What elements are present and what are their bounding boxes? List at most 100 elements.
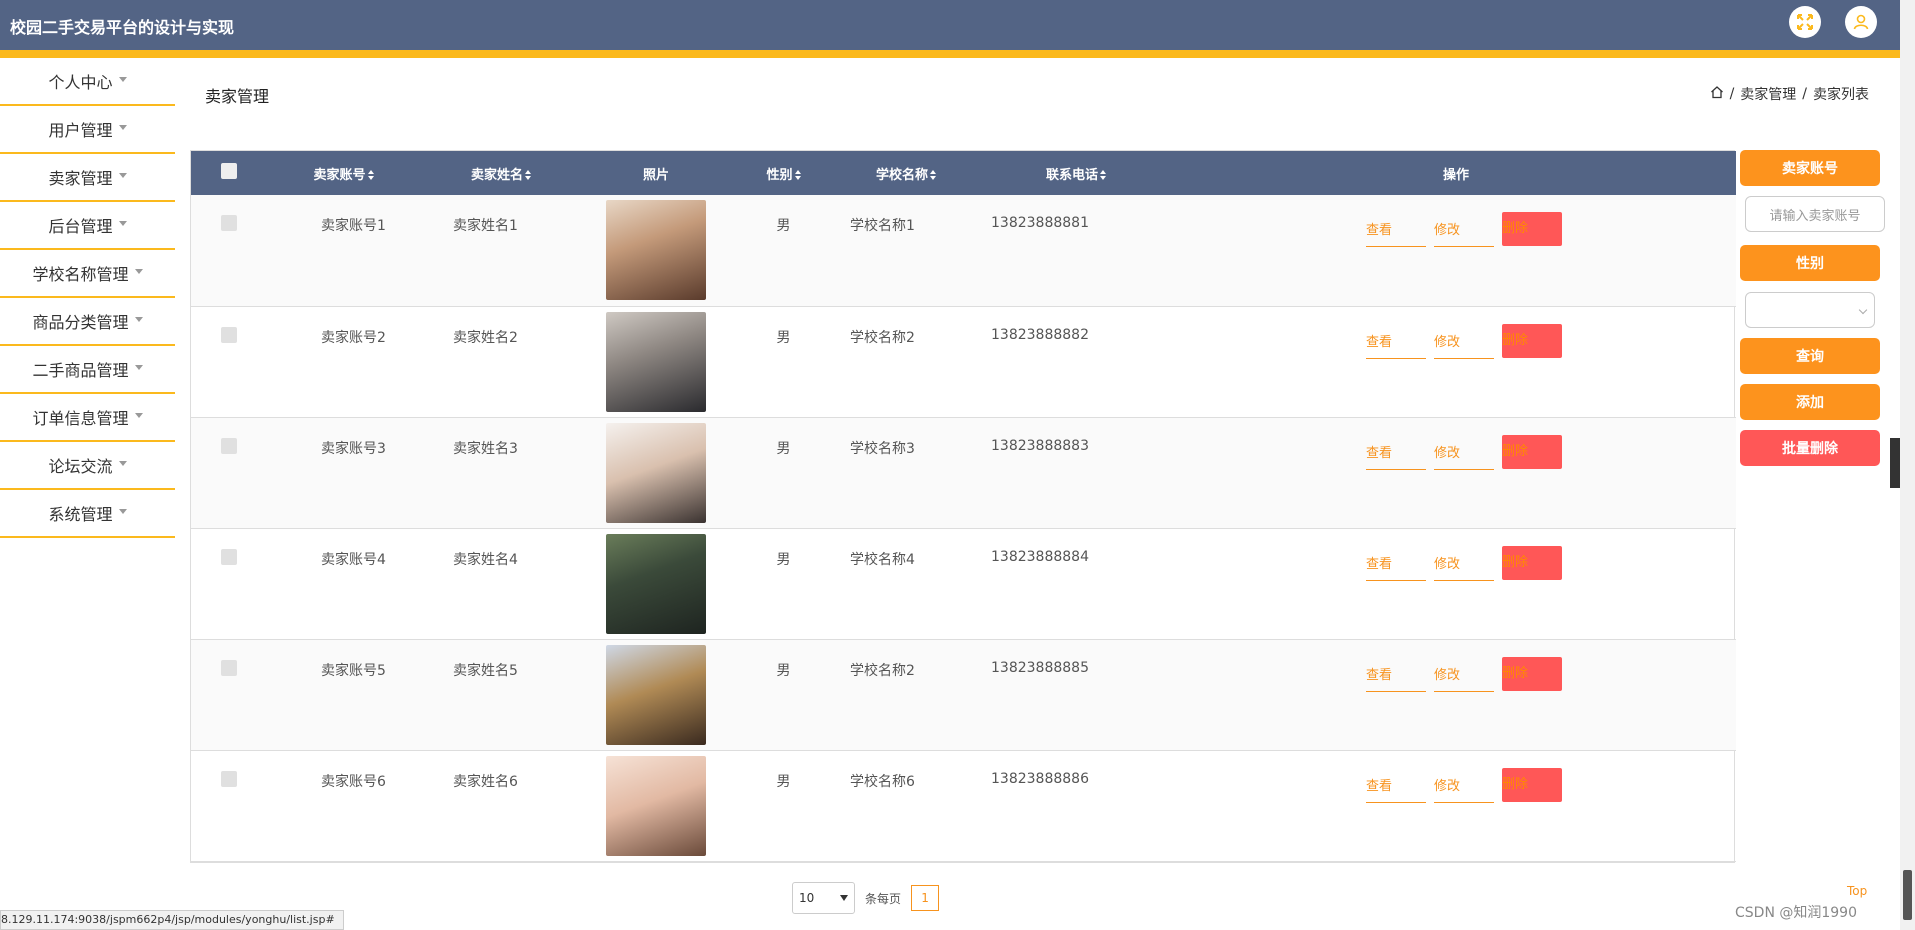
delete-button[interactable]: 删除 [1502,545,1562,580]
sidebar-item-backend[interactable]: 后台管理 [0,202,175,250]
back-to-top-link[interactable]: Top [1847,884,1867,898]
scrollbar-thumb[interactable] [1903,870,1912,920]
sidebar-item-sellers[interactable]: 卖家管理 [0,154,175,202]
edit-button[interactable]: 修改 [1434,438,1494,470]
query-button[interactable]: 查询 [1740,338,1880,374]
sidebar-item-categories[interactable]: 商品分类管理 [0,298,175,346]
gender-select[interactable] [1745,292,1875,328]
pagination: 10 条每页 1 [792,882,940,914]
per-page-label: 条每页 [865,891,902,906]
vertical-scrollbar[interactable] [1900,0,1915,930]
chevron-down-icon [118,172,127,178]
delete-button[interactable]: 删除 [1502,767,1562,802]
delete-button[interactable]: 删除 [1502,212,1562,246]
row-checkbox[interactable] [220,548,237,565]
row-checkbox[interactable] [220,659,237,676]
sort-icon[interactable] [794,170,801,180]
table-row: 卖家账号3 卖家姓名3 男 学校名称3 13823888883 查看 修改 删除 [191,417,1736,528]
chevron-down-icon [134,412,143,418]
table-row: 卖家账号5 卖家姓名5 男 学校名称2 13823888885 查看 修改 删除 [191,639,1736,750]
cell-name: 卖家姓名5 [453,662,518,679]
sidebar-item-label: 二手商品管理 [32,361,129,380]
chevron-down-icon [118,460,127,466]
sidebar-item-system[interactable]: 系统管理 [0,490,175,538]
sidebar-item-schools[interactable]: 学校名称管理 [0,250,175,298]
column-header-photo: 照片 [642,167,669,183]
chevron-down-icon [118,76,127,82]
row-checkbox[interactable] [220,215,237,231]
edit-button[interactable]: 修改 [1434,660,1494,692]
view-button[interactable]: 查看 [1366,771,1426,803]
select-all-checkbox[interactable] [220,163,237,179]
header-accent-bar [0,50,1900,58]
sidebar-item-label: 系统管理 [48,505,113,524]
cell-name: 卖家姓名2 [453,329,518,346]
cell-school: 学校名称6 [850,773,915,790]
seller-photo [606,644,706,745]
sidebar-item-label: 商品分类管理 [32,313,129,332]
edit-button[interactable]: 修改 [1434,327,1494,359]
page-number-current[interactable]: 1 [911,885,940,911]
view-button[interactable]: 查看 [1366,660,1426,692]
column-header-ops: 操作 [1442,167,1469,183]
delete-button[interactable]: 删除 [1502,656,1562,691]
edit-button[interactable]: 修改 [1434,549,1494,581]
account-label-button[interactable]: 卖家账号 [1740,150,1880,186]
cell-name: 卖家姓名1 [453,218,518,234]
view-button[interactable]: 查看 [1366,215,1426,247]
sidebar-item-label: 个人中心 [48,73,113,92]
sort-icon[interactable] [1100,170,1106,180]
chevron-down-icon [134,316,143,322]
add-button[interactable]: 添加 [1740,384,1880,420]
cell-school: 学校名称4 [850,551,915,568]
sidebar: 个人中心 用户管理 卖家管理 后台管理 学校名称管理 商品分类管理 二手商品管理… [0,58,175,538]
cell-gender: 男 [776,662,791,679]
view-button[interactable]: 查看 [1366,438,1426,470]
seller-photo [606,311,706,412]
cell-school: 学校名称3 [850,440,915,457]
view-button[interactable]: 查看 [1366,549,1426,581]
sidebar-item-label: 学校名称管理 [32,265,129,284]
batch-delete-button[interactable]: 批量删除 [1740,430,1880,466]
sidebar-item-forum[interactable]: 论坛交流 [0,442,175,490]
user-icon[interactable] [1845,6,1877,38]
cell-account: 卖家账号6 [321,773,386,790]
delete-button[interactable]: 删除 [1502,323,1562,358]
edit-button[interactable]: 修改 [1434,215,1494,247]
column-header-gender[interactable]: 性别 [731,151,836,195]
top-bar: 校园二手交易平台的设计与实现 [0,0,1900,58]
sort-icon[interactable] [930,170,936,180]
sidebar-item-personal-center[interactable]: 个人中心 [0,58,175,106]
chevron-down-icon [134,268,143,274]
column-header-account[interactable]: 卖家账号 [266,151,421,195]
sidebar-item-orders[interactable]: 订单信息管理 [0,394,175,442]
account-search-input[interactable]: 请输入卖家账号 [1745,196,1885,232]
seller-table: 卖家账号 卖家姓名 照片 性别 学校名称 联系电话 操作 卖家账号1 卖家姓名1 男… [190,150,1736,863]
row-checkbox[interactable] [220,326,237,343]
column-header-name[interactable]: 卖家姓名 [421,151,581,195]
chevron-down-icon [118,508,127,514]
sort-icon[interactable] [525,170,531,180]
watermark: CSDN @知润1990 [1735,905,1857,921]
cell-phone: 13823888885 [991,659,1089,676]
row-checkbox[interactable] [220,770,237,787]
fullscreen-icon[interactable] [1789,6,1821,38]
home-icon[interactable] [1710,85,1724,103]
sort-icon[interactable] [367,170,374,180]
edit-button[interactable]: 修改 [1434,771,1494,803]
view-button[interactable]: 查看 [1366,327,1426,359]
column-header-school[interactable]: 学校名称 [836,151,976,195]
sidebar-item-products[interactable]: 二手商品管理 [0,346,175,394]
table-header-row: 卖家账号 卖家姓名 照片 性别 学校名称 联系电话 操作 [191,151,1736,195]
cell-phone: 13823888881 [991,215,1089,231]
chevron-down-icon [840,895,848,901]
breadcrumb-section[interactable]: 卖家管理 [1740,84,1796,104]
sidebar-item-users[interactable]: 用户管理 [0,106,175,154]
page-size-select[interactable]: 10 [792,882,855,914]
row-checkbox[interactable] [220,437,237,454]
delete-button[interactable]: 删除 [1502,434,1562,469]
sidebar-item-label: 用户管理 [48,121,113,140]
cell-gender: 男 [776,329,791,346]
column-header-phone[interactable]: 联系电话 [976,151,1176,195]
gender-label-button[interactable]: 性别 [1740,245,1880,281]
